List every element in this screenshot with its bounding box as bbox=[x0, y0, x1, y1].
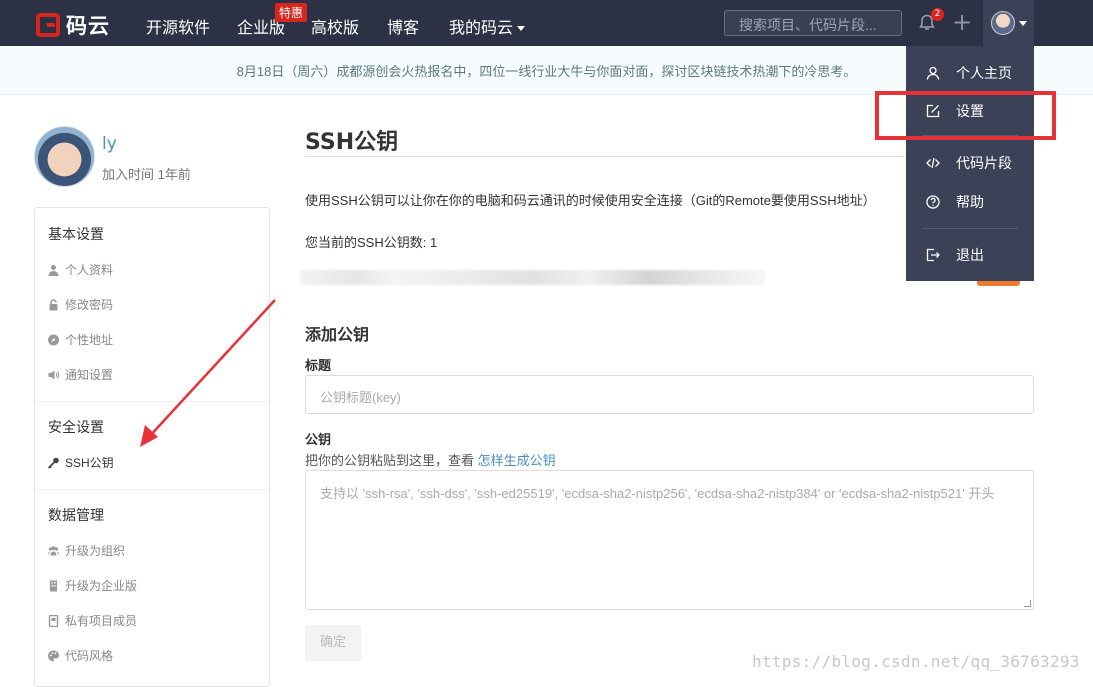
logo[interactable]: 码云 bbox=[36, 10, 110, 40]
highlight-box bbox=[875, 91, 1056, 140]
key-icon bbox=[47, 457, 59, 469]
hot-badge: 特惠 bbox=[275, 3, 308, 22]
how-to-generate-key-link[interactable]: 怎样生成公钥 bbox=[478, 453, 556, 468]
profile-avatar[interactable] bbox=[34, 126, 95, 187]
divider bbox=[35, 489, 269, 490]
lock-icon bbox=[49, 298, 58, 310]
divider bbox=[305, 156, 905, 157]
compass-icon bbox=[48, 334, 59, 345]
chevron-down-icon bbox=[1019, 21, 1027, 26]
code-icon bbox=[926, 157, 940, 169]
help-icon bbox=[926, 195, 940, 209]
ssh-key-count: 您当前的SSH公钥数: 1 bbox=[305, 235, 438, 250]
menu-item-snippets[interactable]: 代码片段 bbox=[906, 145, 1034, 181]
public-key-placeholder: 支持以 'ssh-rsa', 'ssh-dss', 'ssh-ed25519',… bbox=[320, 486, 995, 501]
menu-item-help[interactable]: 帮助 bbox=[906, 184, 1034, 220]
nav-blog[interactable]: 博客 bbox=[387, 14, 419, 38]
divider bbox=[35, 401, 269, 402]
sidebar-item-upgrade-enterprise[interactable]: 升级为企业版 bbox=[47, 577, 137, 594]
book-icon bbox=[48, 614, 59, 627]
title-field-label: 标题 bbox=[305, 359, 332, 374]
sidebar-item-label: 通知设置 bbox=[65, 368, 114, 382]
sidebar-item-code-style[interactable]: 代码风格 bbox=[47, 647, 113, 664]
sidebar-item-label: 私有项目成员 bbox=[65, 614, 138, 628]
top-navbar: 码云 开源软件 企业版 特惠 高校版 博客 我的码云 搜索项目、代码片段... … bbox=[0, 0, 1093, 46]
public-key-textarea[interactable]: 支持以 'ssh-rsa', 'ssh-dss', 'ssh-ed25519',… bbox=[305, 470, 1034, 610]
group-icon bbox=[48, 545, 59, 555]
menu-item-label: 帮助 bbox=[956, 195, 984, 211]
sidebar-item-upgrade-org[interactable]: 升级为组织 bbox=[47, 542, 125, 559]
nav-my-gitee[interactable]: 我的码云 bbox=[449, 14, 526, 38]
nav-my-gitee-label: 我的码云 bbox=[449, 18, 514, 37]
menu-item-label: 个人主页 bbox=[956, 66, 1012, 82]
notification-badge: 2 bbox=[931, 8, 944, 21]
sidebar-item-label: 个性地址 bbox=[65, 333, 114, 347]
confirm-button[interactable]: 确定 bbox=[305, 625, 361, 661]
user-dropdown-menu: 个人主页 设置 代码片段 帮助 退出 bbox=[906, 46, 1034, 281]
sidebar-item-label: 升级为企业版 bbox=[65, 579, 138, 593]
menu-item-logout[interactable]: 退出 bbox=[906, 237, 1034, 273]
divider bbox=[922, 228, 1018, 229]
sidebar-item-label: 个人资料 bbox=[65, 263, 114, 277]
plus-icon[interactable]: + bbox=[952, 10, 972, 34]
chevron-down-icon bbox=[517, 26, 526, 31]
user-icon bbox=[48, 264, 59, 276]
sidebar-item-private-members[interactable]: 私有项目成员 bbox=[47, 612, 137, 629]
sidebar-item-label: 修改密码 bbox=[65, 298, 114, 312]
section-security-settings: 安全设置 bbox=[48, 420, 104, 436]
logo-icon bbox=[36, 13, 60, 37]
section-data-management: 数据管理 bbox=[48, 508, 104, 524]
sidebar-item-label: 代码风格 bbox=[65, 649, 114, 663]
ssh-key-item-blurred bbox=[300, 270, 765, 285]
sidebar-item-label: SSH公钥 bbox=[65, 456, 114, 470]
sidebar-item-custom-url[interactable]: 个性地址 bbox=[47, 331, 113, 348]
add-key-heading: 添加公钥 bbox=[305, 325, 370, 344]
key-title-input[interactable]: 公钥标题(key) bbox=[305, 375, 1034, 414]
menu-item-label: 代码片段 bbox=[956, 156, 1012, 172]
sidebar-item-profile[interactable]: 个人资料 bbox=[47, 261, 113, 278]
nav-university[interactable]: 高校版 bbox=[311, 14, 359, 38]
key-hint: 把你的公钥粘贴到这里，查看 怎样生成公钥 bbox=[305, 450, 556, 469]
volume-icon bbox=[48, 370, 60, 379]
watermark: https://blog.csdn.net/qq_36763293 bbox=[752, 652, 1080, 671]
user-icon bbox=[926, 66, 940, 80]
section-basic-settings: 基本设置 bbox=[48, 227, 104, 243]
logout-icon bbox=[926, 248, 940, 262]
logo-text: 码云 bbox=[66, 14, 110, 38]
sidebar-item-ssh-keys[interactable]: SSH公钥 bbox=[47, 454, 114, 471]
profile-name[interactable]: ly bbox=[102, 134, 117, 154]
palette-icon bbox=[48, 650, 59, 661]
building-icon bbox=[50, 580, 57, 591]
sidebar-item-label: 升级为组织 bbox=[65, 544, 126, 558]
search-input[interactable]: 搜索项目、代码片段... bbox=[724, 10, 902, 36]
page-description: 使用SSH公钥可以让你在你的电脑和码云通讯的时候使用安全连接（Git的Remot… bbox=[305, 193, 876, 208]
sidebar-item-notifications[interactable]: 通知设置 bbox=[47, 366, 113, 383]
key-field-label: 公钥 bbox=[305, 433, 332, 448]
settings-sidebar: 基本设置 个人资料 修改密码 个性地址 通知设置 安全设置 SSH公钥 数据管理… bbox=[34, 207, 270, 687]
avatar bbox=[991, 11, 1015, 35]
menu-item-profile[interactable]: 个人主页 bbox=[906, 55, 1034, 91]
resize-handle-icon[interactable] bbox=[1024, 600, 1031, 607]
user-menu-button[interactable] bbox=[983, 0, 1034, 46]
nav-open-source[interactable]: 开源软件 bbox=[146, 14, 210, 38]
sidebar-item-password[interactable]: 修改密码 bbox=[47, 296, 113, 313]
menu-item-label: 退出 bbox=[956, 248, 984, 264]
page-title: SSH公钥 bbox=[305, 130, 399, 155]
key-hint-text: 把你的公钥粘贴到这里，查看 bbox=[305, 453, 478, 468]
profile-join-time: 加入时间 1年前 bbox=[102, 167, 191, 182]
